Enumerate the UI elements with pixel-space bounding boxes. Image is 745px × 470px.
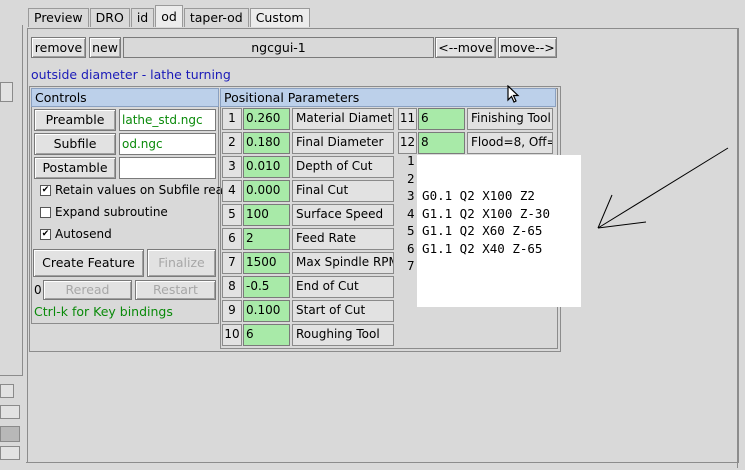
gcode-line: 3 G0.1 Q2 X100 Z2 [407, 188, 535, 203]
gcode-line: 6 G1.1 Q2 X40 Z-65 [407, 240, 543, 256]
autosend-label: Autosend [55, 227, 112, 241]
param-value-field[interactable]: 1500 [243, 252, 290, 274]
param-label: Flood=8, Off=9 [467, 132, 553, 154]
tab-dro[interactable]: DRO [89, 8, 130, 27]
param-label: Finishing Tool [467, 108, 553, 130]
tab-custom[interactable]: Custom [249, 8, 310, 27]
param-label: Max Spindle RPM [292, 252, 394, 274]
param-label: Roughing Tool [292, 324, 394, 346]
left-panel-edge [0, 25, 23, 376]
move-left-button[interactable]: <--move [435, 37, 496, 58]
gcode-line: 4 G1.1 Q2 X100 Z-30 [407, 205, 550, 221]
param-value-field[interactable]: 0.010 [243, 156, 290, 178]
postamble-field[interactable] [119, 157, 216, 179]
param-label: Depth of Cut [292, 156, 394, 178]
param-number: 5 [222, 204, 242, 226]
param-number: 8 [222, 276, 242, 298]
param-number: 2 [222, 132, 242, 154]
param-number: 11 [398, 108, 417, 130]
param-label: End of Cut [292, 276, 394, 298]
param-label: Surface Speed [292, 204, 394, 226]
key-bindings-hint: Ctrl-k for Key bindings [34, 304, 173, 319]
param-number: 9 [222, 300, 242, 322]
left-scroll-fragment[interactable] [0, 384, 14, 398]
feature-counter: 0 [34, 283, 42, 297]
param-label: Final Diameter [292, 132, 394, 154]
finalize-button[interactable]: Finalize [147, 249, 216, 277]
preamble-field[interactable]: lathe_std.ngc [119, 109, 216, 131]
param-number: 4 [222, 180, 242, 202]
ngcgui-title: ngcgui-1 [123, 37, 434, 58]
reread-button[interactable]: Reread [43, 280, 132, 300]
param-value-field[interactable]: 2 [243, 228, 290, 250]
subfile-field[interactable]: od.ngc [119, 133, 216, 155]
new-button[interactable]: new [89, 37, 121, 58]
param-value-field[interactable]: 0.260 [243, 108, 290, 130]
annotation-arrow-icon [597, 147, 729, 229]
mouse-cursor-icon [507, 85, 520, 103]
param-value-field[interactable]: 100 [243, 204, 290, 226]
checkbox-empty-icon [40, 207, 51, 218]
param-number: 10 [222, 324, 242, 346]
expand-checkbox[interactable]: Expand subroutine [40, 204, 168, 220]
param-label: Material Diameter [292, 108, 394, 130]
expand-label: Expand subroutine [55, 205, 168, 219]
create-feature-button[interactable]: Create Feature [33, 249, 144, 277]
positional-header: Positional Parameters [220, 88, 556, 107]
postamble-button[interactable]: Postamble [34, 157, 116, 179]
move-right-button[interactable]: move--> [498, 37, 557, 58]
checkmark-icon: ✔ [40, 185, 51, 196]
param-number: 6 [222, 228, 242, 250]
tab-preview[interactable]: Preview [28, 8, 89, 27]
param-label: Start of Cut [292, 300, 394, 322]
param-value-field[interactable]: 6 [243, 324, 290, 346]
left-scroll-fragment-4[interactable] [0, 446, 20, 460]
left-scroll-fragment-3[interactable] [0, 426, 20, 442]
tab-id[interactable]: id [130, 8, 155, 27]
gcode-line: 5 G1.1 Q2 X60 Z-65 [407, 223, 543, 238]
tab-bar: Preview DRO id od taper-od Custom [28, 5, 311, 28]
param-number: 1 [222, 108, 242, 130]
restart-button[interactable]: Restart [135, 280, 216, 300]
param-label: Final Cut [292, 180, 394, 202]
autosend-checkbox[interactable]: ✔ Autosend [40, 226, 112, 242]
checkmark-icon: ✔ [40, 229, 51, 240]
controls-header: Controls [31, 88, 219, 107]
preamble-button[interactable]: Preamble [34, 109, 116, 131]
gcode-line: 2 [407, 170, 415, 186]
param-value-field[interactable]: 0.000 [243, 180, 290, 202]
retain-checkbox[interactable]: ✔ Retain values on Subfile read [40, 182, 231, 198]
param-number: 3 [222, 156, 242, 178]
param-label: Feed Rate [292, 228, 394, 250]
param-number: 7 [222, 252, 242, 274]
param-value-field[interactable]: -0.5 [243, 276, 290, 298]
param-value-field[interactable]: 0.100 [243, 300, 290, 322]
remove-button[interactable]: remove [31, 37, 86, 58]
param-value-field[interactable]: 0.180 [243, 132, 290, 154]
tab-taper-od[interactable]: taper-od [183, 8, 249, 27]
gcode-line: 1 [407, 153, 415, 168]
left-button-fragment[interactable] [0, 82, 13, 102]
feature-description: outside diameter - lathe turning [31, 67, 231, 82]
param-number: 12 [398, 132, 417, 154]
param-value-field[interactable]: 6 [418, 108, 465, 130]
subfile-button[interactable]: Subfile [34, 133, 116, 155]
left-scroll-fragment-2[interactable] [0, 405, 20, 419]
tab-od[interactable]: od [155, 5, 183, 27]
param-value-field[interactable]: 8 [418, 132, 465, 154]
retain-label: Retain values on Subfile read [55, 183, 231, 197]
gcode-line: 7 [407, 258, 415, 273]
